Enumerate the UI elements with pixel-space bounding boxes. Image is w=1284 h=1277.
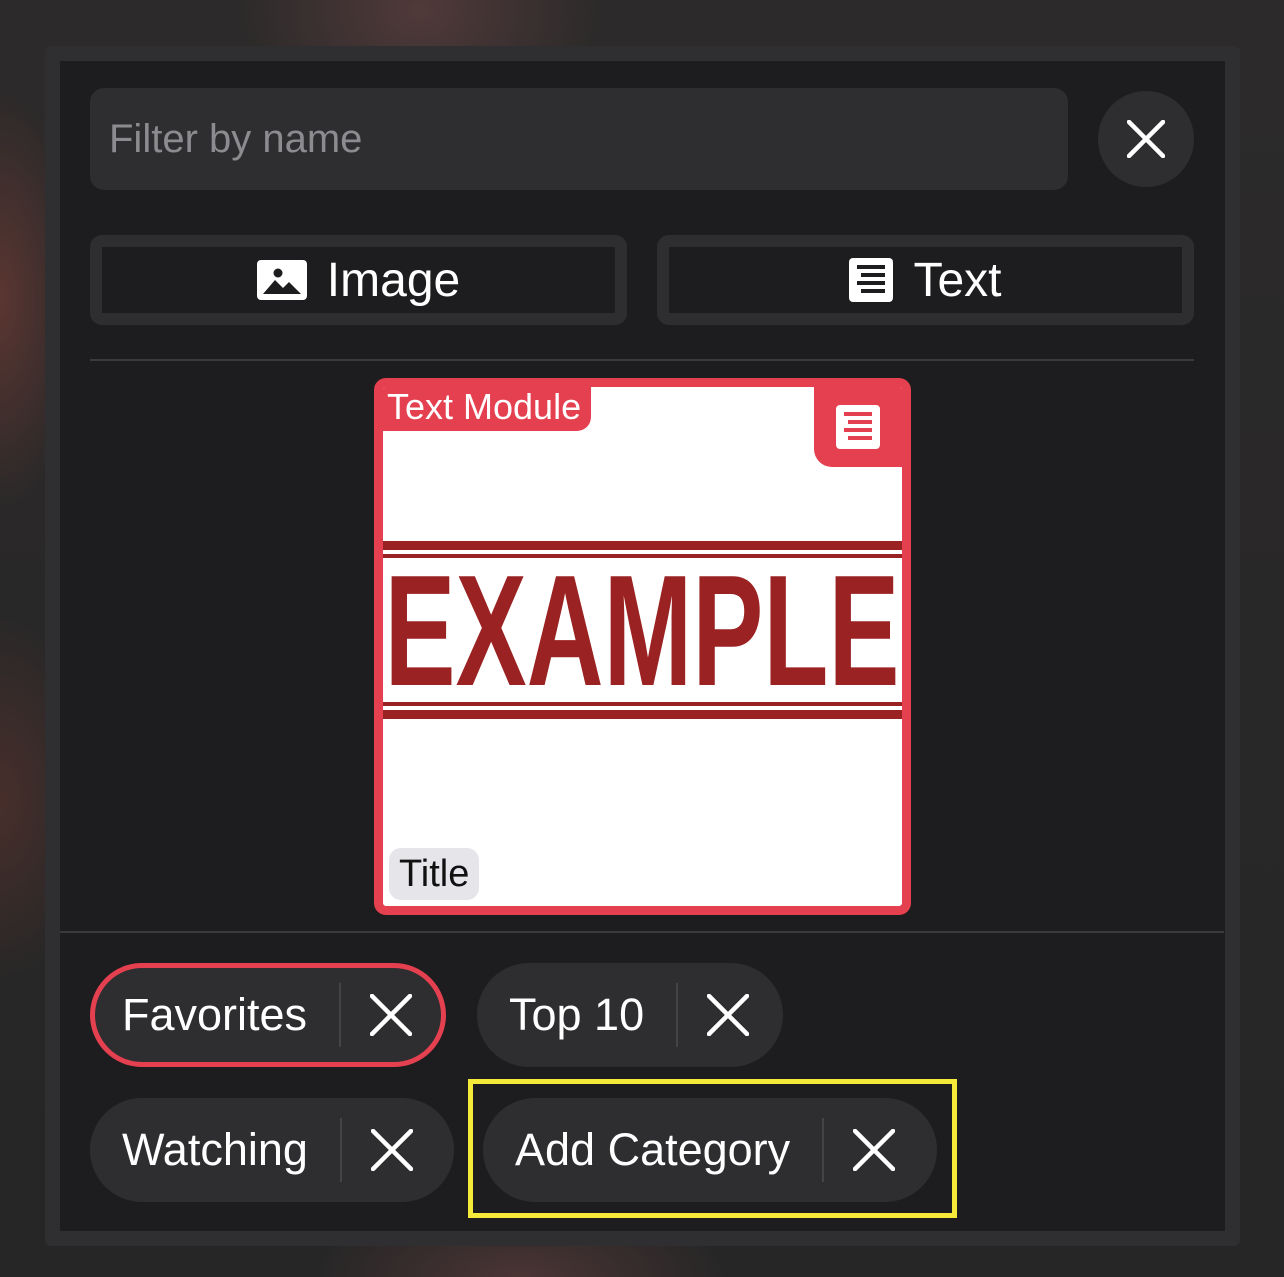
category-chip-top-10[interactable]: Top 10 xyxy=(477,963,783,1067)
highlight-box xyxy=(468,1079,957,1218)
remove-category-button[interactable] xyxy=(678,963,778,1067)
module-type-badge xyxy=(814,387,902,467)
filter-search-field[interactable] xyxy=(90,88,1068,190)
category-chip-label: Favorites xyxy=(122,989,308,1040)
text-type-button[interactable]: Text xyxy=(657,235,1194,325)
close-icon xyxy=(707,994,750,1036)
divider xyxy=(90,359,1194,361)
text-lines-icon xyxy=(836,405,880,449)
category-chip-watching[interactable]: Watching xyxy=(90,1098,454,1202)
filter-input[interactable] xyxy=(107,115,1051,163)
close-icon xyxy=(370,994,413,1036)
image-button-label: Image xyxy=(326,253,461,307)
category-chip-label: Top 10 xyxy=(509,989,645,1040)
image-icon xyxy=(256,260,307,300)
remove-category-button[interactable] xyxy=(342,1098,442,1202)
close-icon xyxy=(370,1129,413,1171)
text-module-card[interactable]: EXAMPLE Text Module Title xyxy=(374,378,911,915)
clear-filter-button[interactable] xyxy=(1098,91,1194,187)
remove-category-button[interactable] xyxy=(341,968,441,1062)
module-title-chip: Title xyxy=(389,848,480,900)
category-chip-label: Watching xyxy=(122,1124,308,1175)
text-button-label: Text xyxy=(913,253,1002,307)
module-type-label: Text Module xyxy=(383,387,592,431)
text-lines-icon xyxy=(849,258,894,302)
close-icon xyxy=(1127,120,1165,158)
example-stamp-image: EXAMPLE xyxy=(383,541,902,719)
category-chip-favorites[interactable]: Favorites xyxy=(90,963,446,1067)
image-type-button[interactable]: Image xyxy=(90,235,627,325)
divider xyxy=(60,931,1224,933)
stamp-text: EXAMPLE xyxy=(385,543,900,719)
